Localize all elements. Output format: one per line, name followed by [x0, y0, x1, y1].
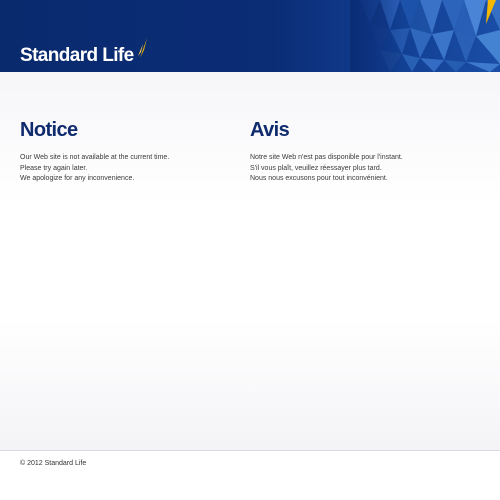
standard-life-logo[interactable]: Standard Life [20, 38, 147, 68]
avis-title: Avis [250, 119, 290, 141]
avis-line: Notre site Web n'est pas disponible pour… [250, 154, 403, 161]
notice-line: Please try again later. [20, 164, 88, 172]
header-pattern-graphic [350, 0, 500, 72]
notice-english: Notice Our Web site is not available at … [20, 119, 230, 185]
site-header: Standard Life [0, 0, 500, 72]
notice-line: We apologize for any inconvenience. [20, 175, 135, 182]
notice-line: Our Web site is not available at the cur… [20, 154, 170, 161]
logo-flame-icon [137, 38, 147, 58]
logo-text: Standard Life [20, 45, 134, 66]
footer-copyright: © 2012 Standard Life [20, 460, 87, 467]
notice-title: Notice [20, 119, 78, 141]
avis-line: S'il vous plaît, veuillez réessayer plus… [250, 164, 382, 172]
footer-divider [0, 450, 500, 451]
notice-french: Avis Notre site Web n'est pas disponible… [250, 119, 460, 185]
avis-line: Nous nous excusons pour tout inconvénien… [250, 175, 388, 182]
